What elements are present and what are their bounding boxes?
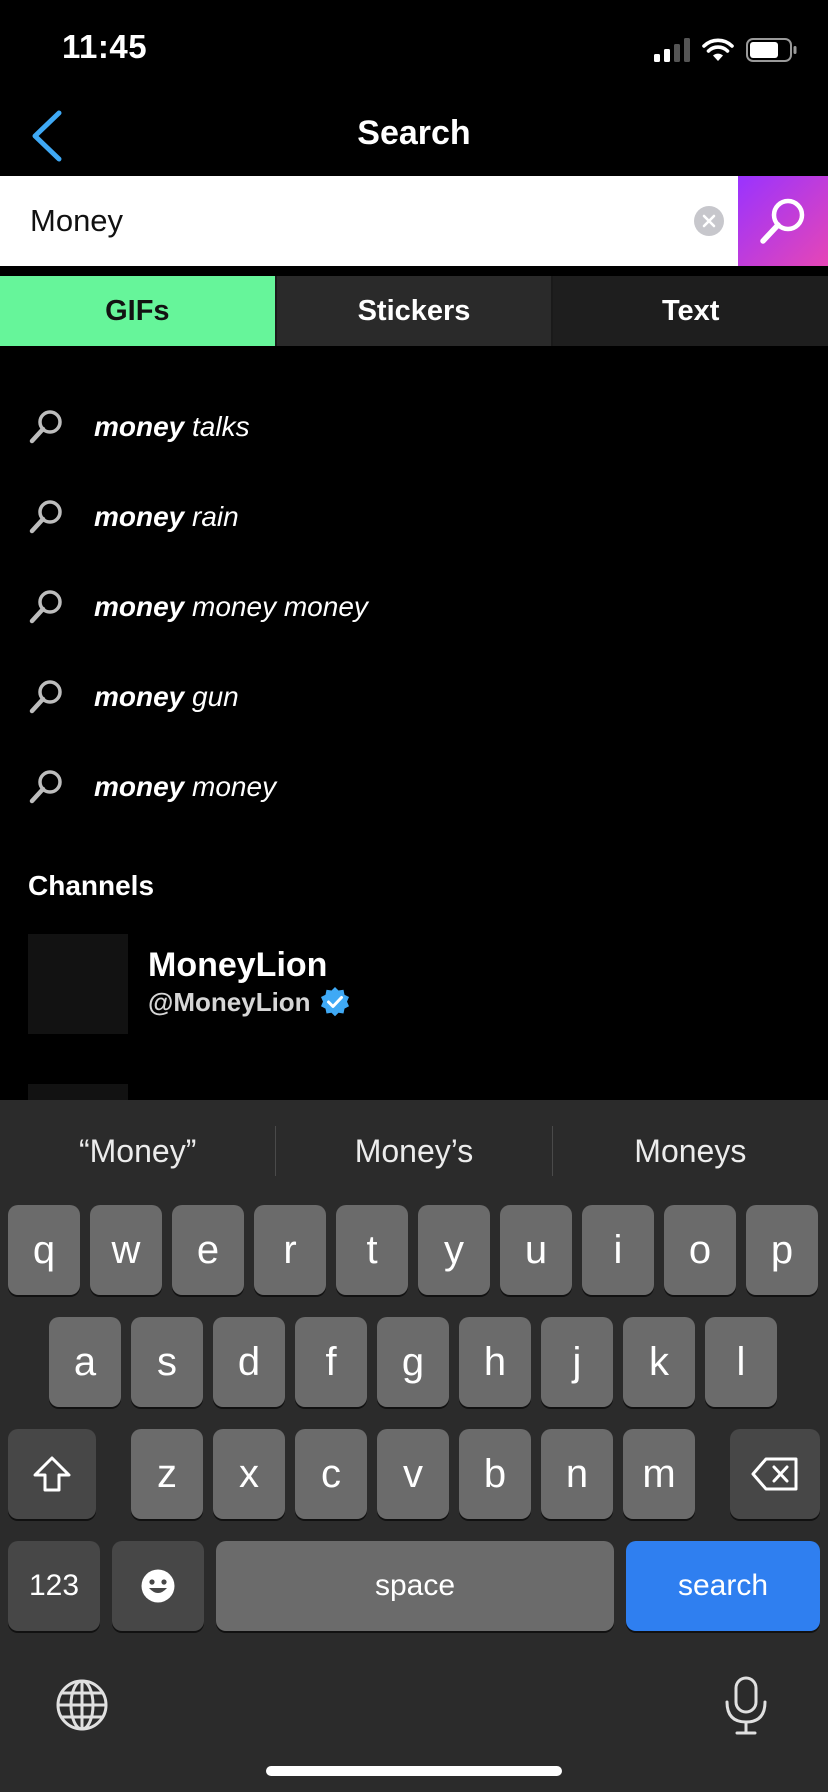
key-x[interactable]: x xyxy=(213,1429,285,1519)
search-icon xyxy=(26,677,66,717)
battery-icon xyxy=(746,38,797,62)
predictive-text-bar: “Money” Money’s Moneys xyxy=(0,1100,828,1202)
suggestion-rest: gun xyxy=(184,681,239,712)
shift-key[interactable] xyxy=(8,1429,96,1519)
status-icons xyxy=(654,36,798,64)
suggestion-text: money rain xyxy=(94,501,239,533)
key-q[interactable]: q xyxy=(8,1205,80,1295)
backspace-icon xyxy=(751,1457,798,1491)
tab-text[interactable]: Text xyxy=(551,276,828,346)
search-submit-button[interactable] xyxy=(738,176,828,266)
suggestion-item[interactable]: money rain xyxy=(0,472,828,562)
suggestion-rest: money xyxy=(184,771,277,802)
search-icon xyxy=(26,587,66,627)
wifi-icon xyxy=(702,38,734,61)
key-c[interactable]: c xyxy=(295,1429,367,1519)
tab-stickers[interactable]: Stickers xyxy=(274,276,552,346)
key-o[interactable]: o xyxy=(664,1205,736,1295)
key-a[interactable]: a xyxy=(49,1317,121,1407)
prediction-item[interactable]: Moneys xyxy=(553,1133,828,1170)
numbers-key[interactable]: 123 xyxy=(8,1541,100,1631)
key-t[interactable]: t xyxy=(336,1205,408,1295)
key-z[interactable]: z xyxy=(131,1429,203,1519)
dictation-button[interactable] xyxy=(716,1674,776,1738)
suggestion-item[interactable]: money money money xyxy=(0,562,828,652)
prediction-item[interactable]: “Money” xyxy=(0,1133,275,1170)
onscreen-keyboard: “Money” Money’s Moneys q w e r t y u i o… xyxy=(0,1100,828,1792)
search-input[interactable] xyxy=(30,176,670,266)
status-time: 11:45 xyxy=(62,28,148,65)
suggestion-match: money xyxy=(94,771,185,802)
suggestion-rest: talks xyxy=(184,411,250,442)
key-h[interactable]: h xyxy=(459,1317,531,1407)
content-type-tabs: GIFs Stickers Text xyxy=(0,276,828,346)
key-p[interactable]: p xyxy=(746,1205,818,1295)
key-k[interactable]: k xyxy=(623,1317,695,1407)
search-icon xyxy=(26,767,66,807)
suggestion-text: money money money xyxy=(94,591,368,623)
page-title: Search xyxy=(357,114,471,152)
key-w[interactable]: w xyxy=(90,1205,162,1295)
channels-header: Channels xyxy=(28,870,155,901)
key-d[interactable]: d xyxy=(213,1317,285,1407)
search-icon xyxy=(26,407,66,447)
suggestion-text: money money xyxy=(94,771,276,803)
key-j[interactable]: j xyxy=(541,1317,613,1407)
key-g[interactable]: g xyxy=(377,1317,449,1407)
suggestion-rest: money money xyxy=(184,591,368,622)
tab-gifs[interactable]: GIFs xyxy=(0,276,275,346)
suggestion-item[interactable]: money talks xyxy=(0,382,828,472)
globe-icon xyxy=(56,1679,108,1731)
channel-handle: @MoneyLion xyxy=(148,986,311,1017)
search-icon xyxy=(760,198,805,244)
key-y[interactable]: y xyxy=(418,1205,490,1295)
key-f[interactable]: f xyxy=(295,1317,367,1407)
channel-avatar-partial xyxy=(28,1084,128,1100)
key-e[interactable]: e xyxy=(172,1205,244,1295)
cellular-signal-icon xyxy=(654,38,690,62)
suggestion-rest: rain xyxy=(184,501,239,532)
suggestion-text: money gun xyxy=(94,681,239,713)
globe-button[interactable] xyxy=(52,1675,112,1735)
channel-avatar xyxy=(28,934,128,1034)
prediction-item[interactable]: Money’s xyxy=(276,1133,551,1170)
channel-name: MoneyLion xyxy=(148,946,328,984)
suggestion-match: money xyxy=(94,591,185,622)
nav-bar: Search xyxy=(0,100,828,176)
channel-item[interactable]: MoneyLion @MoneyLion xyxy=(28,934,800,1034)
microphone-icon xyxy=(725,1676,767,1735)
verified-badge-icon xyxy=(320,987,349,1017)
delete-key[interactable] xyxy=(730,1429,820,1519)
suggestion-match: money xyxy=(94,501,185,532)
key-b[interactable]: b xyxy=(459,1429,531,1519)
emoji-key[interactable] xyxy=(112,1541,204,1631)
channel-handle-row: @MoneyLion xyxy=(148,986,351,1018)
search-icon xyxy=(26,497,66,537)
key-l[interactable]: l xyxy=(705,1317,777,1407)
search-suggestions: money talks money rain money money money… xyxy=(0,382,828,832)
clear-search-button[interactable] xyxy=(694,206,724,236)
emoji-icon xyxy=(141,1569,175,1603)
key-r[interactable]: r xyxy=(254,1205,326,1295)
suggestion-match: money xyxy=(94,681,185,712)
key-n[interactable]: n xyxy=(541,1429,613,1519)
suggestion-match: money xyxy=(94,411,185,442)
key-i[interactable]: i xyxy=(582,1205,654,1295)
key-v[interactable]: v xyxy=(377,1429,449,1519)
status-bar: 11:45 xyxy=(0,0,828,100)
suggestion-item[interactable]: money money xyxy=(0,742,828,832)
suggestion-text: money talks xyxy=(94,411,250,443)
key-s[interactable]: s xyxy=(131,1317,203,1407)
search-field xyxy=(0,176,738,266)
home-indicator xyxy=(266,1766,562,1776)
close-icon xyxy=(702,214,716,228)
search-return-key[interactable]: search xyxy=(626,1541,820,1631)
shift-icon xyxy=(33,1456,71,1492)
space-key[interactable]: space xyxy=(216,1541,614,1631)
key-m[interactable]: m xyxy=(623,1429,695,1519)
key-u[interactable]: u xyxy=(500,1205,572,1295)
search-bar xyxy=(0,176,828,266)
suggestion-item[interactable]: money gun xyxy=(0,652,828,742)
